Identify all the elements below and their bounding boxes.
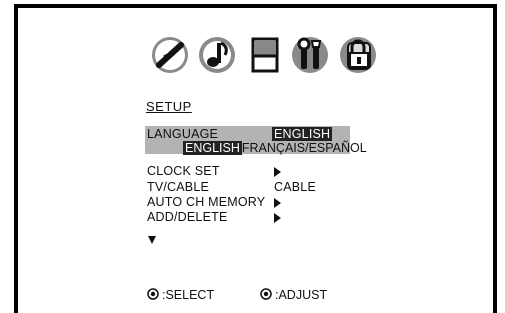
menu-item-tv-cable[interactable]: TV/CABLE [147, 180, 209, 194]
language-current-value: ENGLISH [272, 127, 333, 141]
clock-set-arrow-icon [274, 166, 281, 180]
frame-border-right [493, 4, 497, 313]
language-option-selected[interactable]: ENGLISH [183, 141, 242, 155]
sound-icon[interactable] [197, 35, 237, 75]
menu-title: SETUP [146, 99, 192, 114]
picture-icon[interactable] [150, 35, 190, 75]
menu-icon-bar [150, 23, 382, 95]
lock-icon[interactable] [338, 35, 378, 75]
frame-border-top [14, 4, 497, 8]
footer-adjust-label: :ADJUST [275, 288, 328, 302]
scroll-down-icon[interactable] [148, 236, 156, 244]
add-delete-arrow-icon [274, 212, 281, 226]
language-options[interactable]: ENGLISH FRANÇAIS/ESPAÑOL [183, 141, 367, 155]
footer-select-label: :SELECT [162, 288, 215, 302]
language-label[interactable]: LANGUAGE [147, 127, 218, 141]
menu-item-add-delete[interactable]: ADD/DELETE [147, 210, 228, 224]
language-option-others[interactable]: FRANÇAIS/ESPAÑOL [242, 141, 367, 155]
footer-select-hint: :SELECT [147, 288, 214, 302]
joystick-icon [260, 288, 272, 300]
menu-item-auto-ch-memory[interactable]: AUTO CH MEMORY [147, 195, 265, 209]
tools-icon[interactable] [290, 35, 330, 75]
menu-item-clock-set[interactable]: CLOCK SET [147, 164, 220, 178]
frame-border-left [14, 4, 18, 313]
joystick-icon [147, 288, 159, 300]
auto-ch-memory-arrow-icon [274, 197, 281, 211]
tv-cable-value: CABLE [274, 180, 316, 194]
footer-adjust-hint: :ADJUST [260, 288, 327, 302]
setup-icon[interactable] [245, 35, 285, 75]
